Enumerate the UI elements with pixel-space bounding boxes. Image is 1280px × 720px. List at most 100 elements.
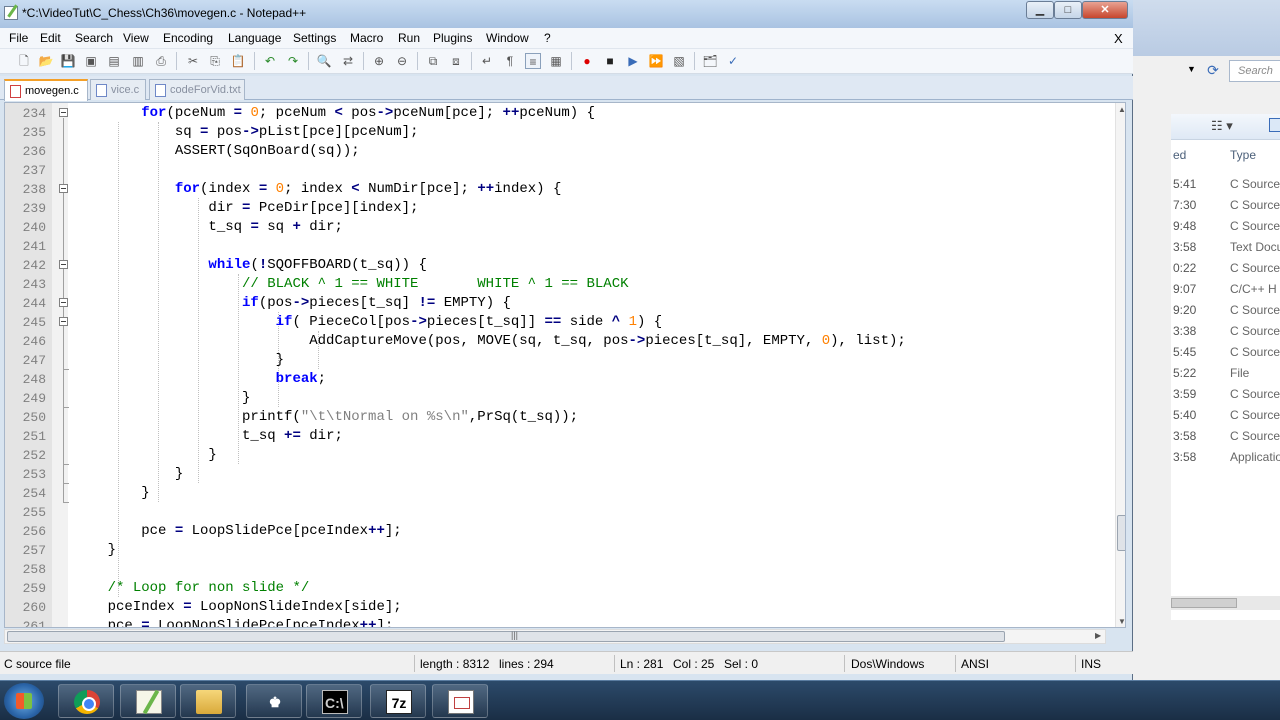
code-text[interactable]: } [74, 465, 183, 484]
code-line[interactable]: 256 pce = LoopSlidePce[pceIndex++]; [5, 522, 1113, 541]
column-header-type[interactable]: Type [1230, 148, 1256, 162]
new-file-icon[interactable]: 🗋 [16, 53, 32, 69]
open-file-icon[interactable]: 📂 [38, 53, 54, 69]
menu-language[interactable]: Language [228, 31, 281, 45]
code-text[interactable]: break; [74, 370, 326, 389]
code-text[interactable]: printf("\t\tNormal on %s\n",PrSq(t_sq)); [74, 408, 578, 427]
code-text[interactable]: } [74, 484, 149, 503]
code-line[interactable]: 250 printf("\t\tNormal on %s\n",PrSq(t_s… [5, 408, 1113, 427]
code-text[interactable]: } [74, 446, 216, 465]
scroll-thumb[interactable] [7, 631, 1005, 642]
menu-plugins[interactable]: Plugins [433, 31, 472, 45]
tab-vice[interactable]: vice.c [90, 79, 146, 100]
minimize-button[interactable]: ▁ [1026, 1, 1054, 19]
code-text[interactable]: } [74, 389, 250, 408]
background-explorer-window[interactable]: ▼ ⟳ Search ☷ ▾ ed Type 5:41 C Source 7:30 C… [1130, 0, 1280, 680]
scroll-thumb[interactable] [1171, 598, 1237, 608]
code-line[interactable]: 241 [5, 237, 1113, 256]
vertical-scrollbar[interactable]: ▲ ▼ [1115, 103, 1125, 627]
code-line[interactable]: 237 [5, 161, 1113, 180]
cut-icon[interactable]: ✂ [185, 53, 201, 69]
code-line[interactable]: 249 } [5, 389, 1113, 408]
word-wrap-icon[interactable]: ↵ [479, 53, 495, 69]
code-text[interactable]: pce = LoopNonSlidePce[pceIndex++]; [74, 617, 394, 627]
code-text[interactable]: } [74, 351, 284, 370]
save-macro-icon[interactable]: ▧ [671, 53, 687, 69]
menu-run[interactable]: Run [398, 31, 420, 45]
code-text[interactable]: while(!SQOFFBOARD(t_sq)) { [74, 256, 426, 275]
code-text[interactable]: for(pceNum = 0; pceNum < pos->pceNum[pce… [74, 104, 595, 123]
indent-guide-icon[interactable]: ≡ [525, 53, 541, 69]
replace-icon[interactable]: ⇄ [340, 53, 356, 69]
preview-pane-icon[interactable] [1269, 118, 1280, 132]
horizontal-scrollbar[interactable]: ||| ▶ [4, 629, 1106, 644]
file-list-row[interactable]: 5:40 C Source [1171, 408, 1280, 429]
menu-help[interactable]: ? [544, 31, 551, 45]
code-line[interactable]: 260 pceIndex = LoopNonSlideIndex[side]; [5, 598, 1113, 617]
file-list-row[interactable]: 5:41 C Source [1171, 177, 1280, 198]
explorer-horizontal-scrollbar[interactable] [1171, 596, 1280, 610]
explorer-file-list[interactable]: ed Type 5:41 C Source 7:30 C Source 9:48 C So… [1171, 140, 1280, 620]
file-list-row[interactable]: 3:38 C Source [1171, 324, 1280, 345]
print-icon[interactable]: ⎙ [153, 53, 169, 69]
code-text[interactable]: AddCaptureMove(pos, MOVE(sq, t_sq, pos->… [74, 332, 906, 351]
file-list-row[interactable]: 0:22 C Source [1171, 261, 1280, 282]
code-editor[interactable]: 234 for(pceNum = 0; pceNum < pos->pceNum… [4, 102, 1126, 628]
taskbar-7zip[interactable]: 7z [370, 684, 426, 718]
zoom-out-icon[interactable]: ⊖ [394, 53, 410, 69]
code-line[interactable]: 248 break; [5, 370, 1113, 389]
save-icon[interactable]: 💾 [60, 53, 76, 69]
code-text[interactable]: /* Loop for non slide */ [74, 579, 310, 598]
code-line[interactable]: 240 t_sq = sq + dir; [5, 218, 1113, 237]
spellcheck-icon[interactable]: ✓ [725, 53, 741, 69]
chevron-down-icon[interactable]: ▼ [1187, 64, 1199, 78]
code-line[interactable]: 254 } [5, 484, 1113, 503]
menu-encoding[interactable]: Encoding [163, 31, 213, 45]
menu-file[interactable]: File [9, 31, 28, 45]
code-line[interactable]: 239 dir = PceDir[pce][index]; [5, 199, 1113, 218]
undo-icon[interactable]: ↶ [262, 53, 278, 69]
code-text[interactable]: for(index = 0; index < NumDir[pce]; ++in… [74, 180, 562, 199]
save-all-icon[interactable]: ▣ [83, 53, 99, 69]
tab-movegen[interactable]: movegen.c [4, 79, 88, 101]
sync-vertical-icon[interactable]: ⧉ [425, 53, 441, 69]
close-window-button[interactable]: ✕ [1082, 1, 1128, 19]
code-line[interactable]: 261 pce = LoopNonSlidePce[pceIndex++]; [5, 617, 1113, 627]
stop-macro-icon[interactable]: ■ [602, 53, 618, 69]
file-list-row[interactable]: 9:48 C Source [1171, 219, 1280, 240]
copy-icon[interactable]: ⎘ [207, 53, 223, 69]
record-macro-icon[interactable]: ● [579, 53, 595, 69]
find-icon[interactable]: 🔍 [316, 53, 332, 69]
code-text[interactable]: dir = PceDir[pce][index]; [74, 199, 418, 218]
tab-codeforvid[interactable]: codeForVid.txt [149, 79, 245, 100]
start-button[interactable] [4, 683, 44, 719]
menu-edit[interactable]: Edit [40, 31, 61, 45]
code-text[interactable]: if( PieceCol[pos->pieces[t_sq]] == side … [74, 313, 663, 332]
code-line[interactable]: 252 } [5, 446, 1113, 465]
code-line[interactable]: 244 if(pos->pieces[t_sq] != EMPTY) { [5, 294, 1113, 313]
code-line[interactable]: 251 t_sq += dir; [5, 427, 1113, 446]
maximize-button[interactable]: □ [1054, 1, 1082, 19]
sync-horizontal-icon[interactable]: ⧈ [448, 53, 464, 69]
taskbar-explorer[interactable] [180, 684, 236, 718]
plugin-icon[interactable]: 🗂 [702, 53, 718, 69]
code-line[interactable]: 259 /* Loop for non slide */ [5, 579, 1113, 598]
code-text[interactable]: t_sq += dir; [74, 427, 343, 446]
file-list-row[interactable]: 5:22 File [1171, 366, 1280, 387]
file-list-row[interactable]: 3:58 Text Docu [1171, 240, 1280, 261]
code-text[interactable]: pceIndex = LoopNonSlideIndex[side]; [74, 598, 402, 617]
scroll-up-arrow[interactable]: ▲ [1117, 105, 1125, 114]
code-line[interactable]: 258 [5, 560, 1113, 579]
close-all-icon[interactable]: ▥ [130, 53, 146, 69]
taskbar-cmd[interactable]: C:\ [306, 684, 362, 718]
code-line[interactable]: 246 AddCaptureMove(pos, MOVE(sq, t_sq, p… [5, 332, 1113, 351]
code-line[interactable]: 255 [5, 503, 1113, 522]
scroll-right-arrow[interactable]: ▶ [1095, 631, 1101, 640]
close-document-button[interactable]: X [1114, 31, 1123, 46]
code-line[interactable]: 243 // BLACK ^ 1 == WHITE WHITE ^ 1 == B… [5, 275, 1113, 294]
explorer-search-input[interactable]: Search [1229, 60, 1280, 82]
code-text[interactable]: } [74, 541, 116, 560]
code-text[interactable]: pce = LoopSlidePce[pceIndex++]; [74, 522, 402, 541]
code-text[interactable]: // BLACK ^ 1 == WHITE WHITE ^ 1 == BLACK [74, 275, 628, 294]
code-text[interactable]: sq = pos->pList[pce][pceNum]; [74, 123, 419, 142]
